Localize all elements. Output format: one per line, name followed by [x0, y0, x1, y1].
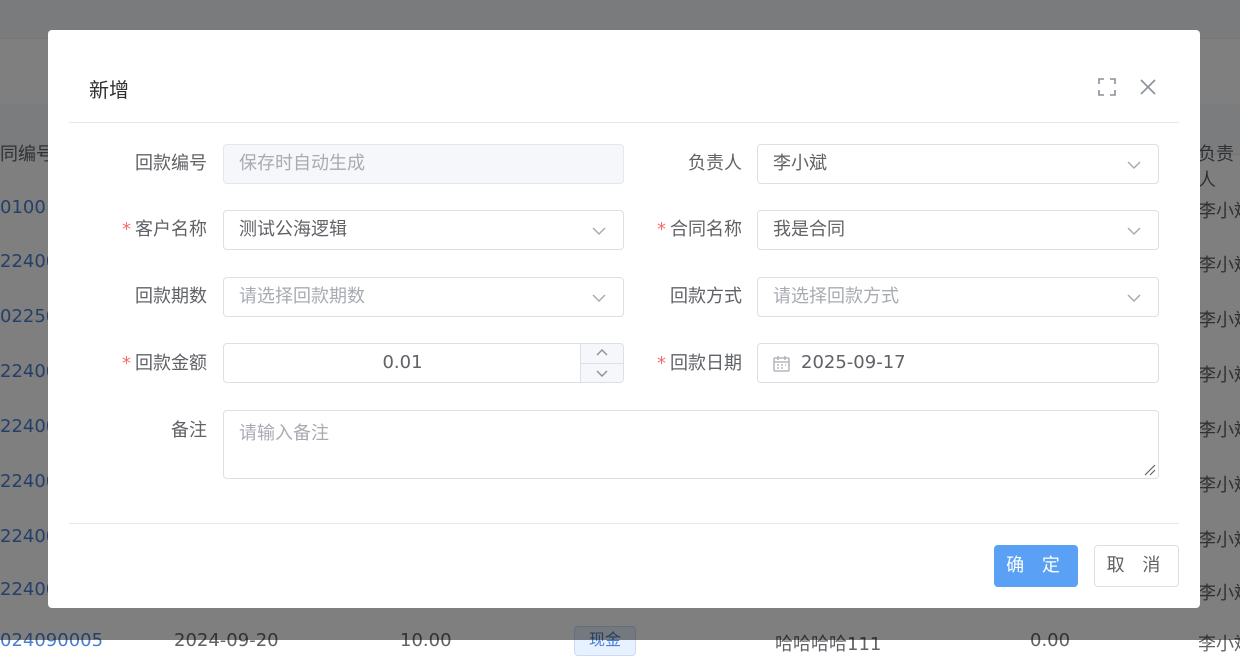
- contract-label: * 合同名称: [657, 219, 742, 240]
- date-picker[interactable]: 2025-09-17: [757, 343, 1159, 383]
- chevron-up-icon: [596, 349, 608, 356]
- payment-no-label: 回款编号: [135, 153, 207, 174]
- amount-value[interactable]: 0.01: [224, 344, 581, 382]
- method-select[interactable]: 请选择回款方式: [757, 277, 1159, 317]
- contract-select[interactable]: 我是合同: [757, 210, 1159, 250]
- remark-textarea[interactable]: 请输入备注: [223, 410, 1159, 479]
- period-label: 回款期数: [135, 286, 207, 307]
- calendar-icon: [773, 356, 790, 372]
- resize-handle-icon[interactable]: [1142, 462, 1156, 476]
- date-label: * 回款日期: [657, 353, 742, 374]
- remark-label: 备注: [171, 420, 207, 441]
- decrease-button[interactable]: [580, 364, 623, 382]
- owner-label: 负责人: [688, 153, 742, 174]
- footer-divider: [69, 523, 1179, 524]
- method-label: 回款方式: [670, 286, 742, 307]
- customer-select[interactable]: 测试公海逻辑: [223, 210, 624, 250]
- period-select[interactable]: 请选择回款期数: [223, 277, 624, 317]
- chevron-down-icon: [592, 294, 606, 303]
- cancel-button[interactable]: 取 消: [1094, 545, 1179, 587]
- dialog-title: 新增: [89, 78, 129, 102]
- chevron-down-icon: [592, 227, 606, 236]
- owner-select[interactable]: 李小斌: [757, 144, 1159, 184]
- amount-number-input[interactable]: 0.01: [223, 343, 624, 383]
- chevron-down-icon: [596, 370, 608, 377]
- amount-label: * 回款金额: [122, 353, 207, 374]
- fullscreen-icon[interactable]: [1097, 77, 1117, 97]
- header-divider: [69, 122, 1179, 123]
- chevron-down-icon: [1127, 294, 1141, 303]
- payment-no-input: 保存时自动生成: [223, 144, 624, 184]
- chevron-down-icon: [1127, 227, 1141, 236]
- add-payment-dialog: 新增 回款编号 保存时自动生成 负责人 李小斌 * 客户名称 测试公海逻辑 * 合同…: [48, 30, 1200, 608]
- increase-button[interactable]: [580, 344, 623, 364]
- close-icon[interactable]: [1138, 77, 1158, 97]
- confirm-button[interactable]: 确 定: [994, 545, 1078, 587]
- customer-label: * 客户名称: [122, 219, 207, 240]
- chevron-down-icon: [1127, 161, 1141, 170]
